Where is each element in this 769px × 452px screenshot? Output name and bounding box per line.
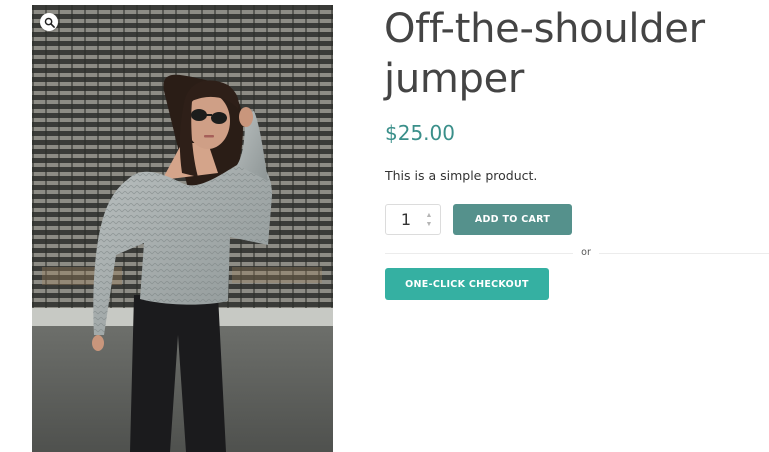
divider-line: [599, 253, 769, 254]
add-to-cart-button[interactable]: ADD TO CART: [453, 204, 572, 235]
product-photo: [32, 5, 333, 452]
quantity-stepper[interactable]: ▲ ▼: [385, 204, 441, 235]
quantity-input[interactable]: [386, 205, 426, 234]
chevron-down-icon[interactable]: ▼: [424, 220, 434, 229]
quantity-stepper-arrows[interactable]: ▲ ▼: [424, 211, 434, 229]
or-label: or: [581, 247, 591, 258]
or-separator: or: [385, 245, 769, 261]
product-image[interactable]: [32, 5, 333, 452]
product-title: Off-the-shoulder jumper: [384, 6, 705, 102]
one-click-checkout-button[interactable]: ONE-CLICK CHECKOUT: [385, 268, 549, 300]
product-price: $25.00: [385, 121, 455, 145]
product-short-description: This is a simple product.: [385, 168, 538, 183]
magnifier-icon: [44, 17, 55, 28]
chevron-up-icon[interactable]: ▲: [424, 211, 434, 220]
divider-line: [385, 253, 573, 254]
product-page: Off-the-shoulder jumper $25.00 This is a…: [0, 0, 769, 452]
zoom-button[interactable]: [40, 13, 58, 31]
